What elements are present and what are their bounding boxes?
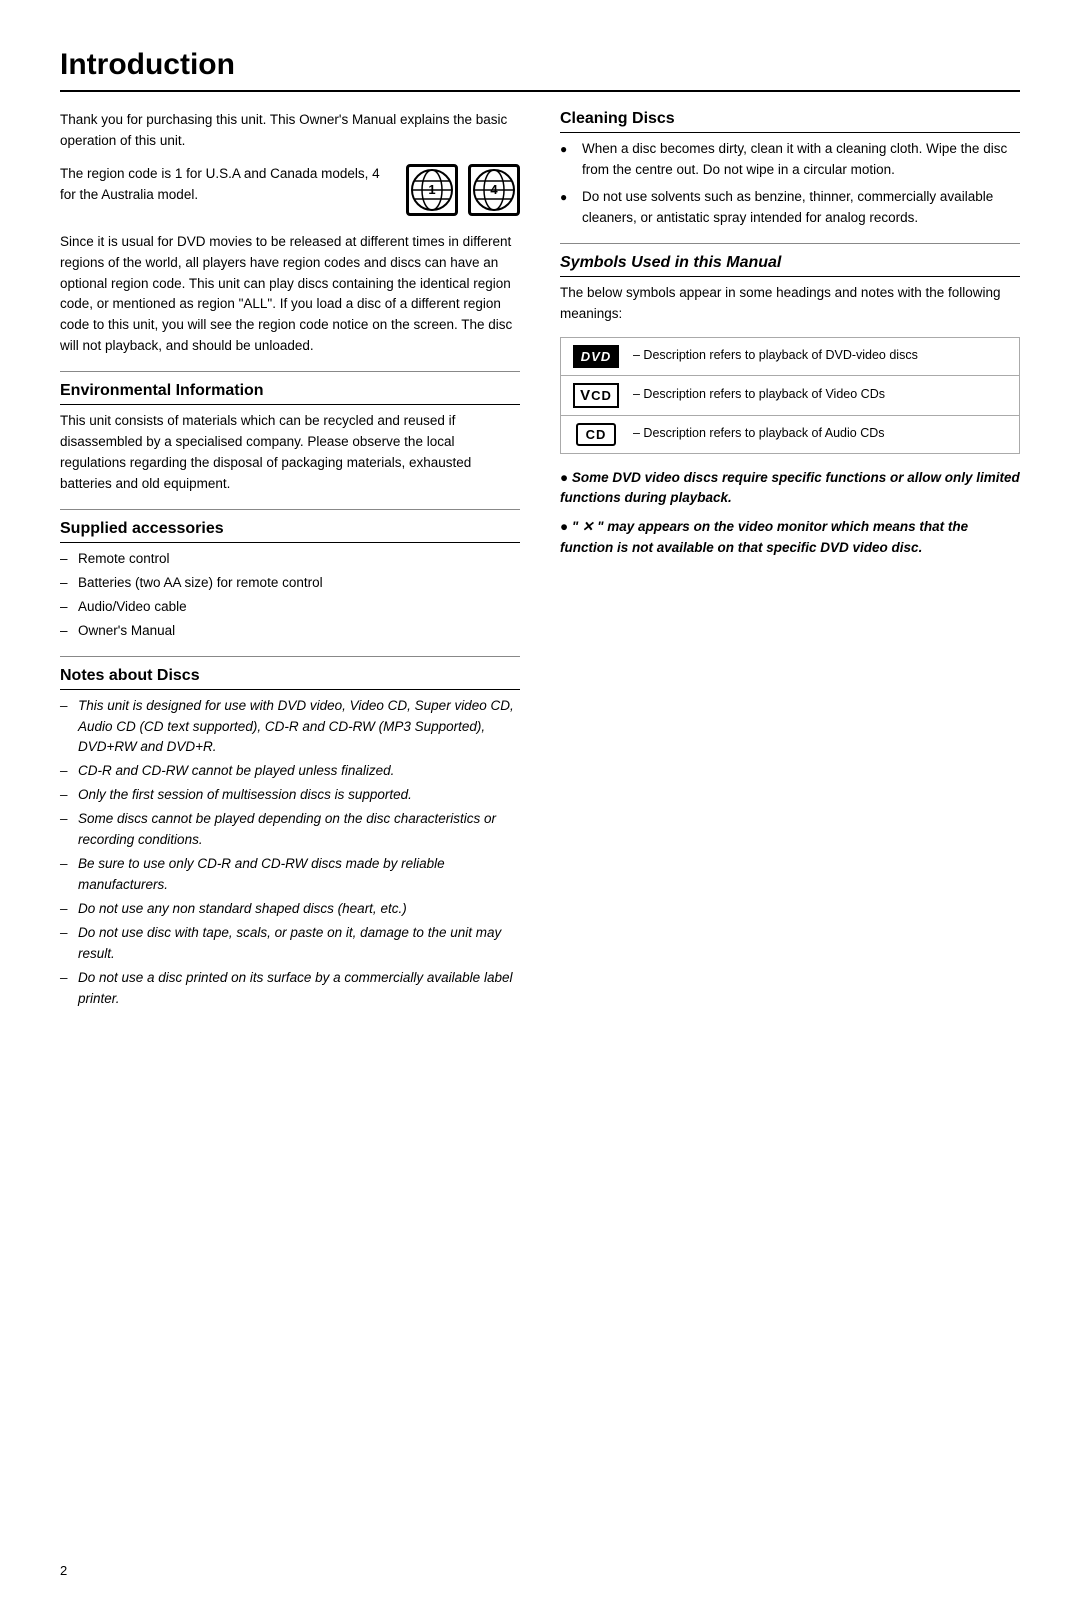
list-item: CD-R and CD-RW cannot be played unless f… xyxy=(60,761,520,782)
title-divider xyxy=(60,90,1020,92)
dvd-desc: – Description refers to playback of DVD-… xyxy=(633,347,918,365)
supplied-list: Remote control Batteries (two AA size) f… xyxy=(60,549,520,642)
list-item: Some discs cannot be played depending on… xyxy=(60,809,520,851)
bullet-marker: ● xyxy=(560,470,572,485)
list-item: Owner's Manual xyxy=(60,621,520,642)
list-item: Do not use disc with tape, scals, or pas… xyxy=(60,923,520,965)
symbols-heading: Symbols Used in this Manual xyxy=(560,254,1020,277)
notes-discs-list: This unit is designed for use with DVD v… xyxy=(60,696,520,1010)
intro-para2: Since it is usual for DVD movies to be r… xyxy=(60,232,520,358)
section-divider-3 xyxy=(60,656,520,657)
dvd-badge-text: DVD xyxy=(573,345,619,368)
vcd-badge: VCD xyxy=(571,383,621,408)
cleaning-list: When a disc becomes dirty, clean it with… xyxy=(560,139,1020,229)
vcd-badge-text: VCD xyxy=(573,383,619,408)
svg-text:1: 1 xyxy=(428,182,435,197)
region-icon-1: 1 xyxy=(406,164,458,216)
region-icons: 1 4 xyxy=(406,164,520,216)
list-item: Audio/Video cable xyxy=(60,597,520,618)
main-content: Thank you for purchasing this unit. This… xyxy=(60,110,1020,1022)
list-item: Be sure to use only CD-R and CD-RW discs… xyxy=(60,854,520,896)
cleaning-heading: Cleaning Discs xyxy=(560,110,1020,133)
list-item: Do not use any non standard shaped discs… xyxy=(60,899,520,920)
cleaning-section: Cleaning Discs When a disc becomes dirty… xyxy=(560,110,1020,229)
list-item: When a disc becomes dirty, clean it with… xyxy=(560,139,1020,181)
supplied-heading: Supplied accessories xyxy=(60,520,520,543)
cd-badge: CD xyxy=(571,423,621,446)
symbols-intro: The below symbols appear in some heading… xyxy=(560,283,1020,325)
region-row: The region code is 1 for U.S.A and Canad… xyxy=(60,164,520,218)
bullet-marker-2: ● xyxy=(560,519,572,534)
left-column: Thank you for purchasing this unit. This… xyxy=(60,110,520,1022)
notes-discs-section: Notes about Discs This unit is designed … xyxy=(60,667,520,1010)
cd-desc: – Description refers to playback of Audi… xyxy=(633,425,885,443)
symbols-section: Symbols Used in this Manual The below sy… xyxy=(560,254,1020,454)
bold-note-2: ● " ✕ " may appears on the video monitor… xyxy=(560,517,1020,559)
symbol-row-vcd: VCD – Description refers to playback of … xyxy=(561,376,1019,416)
list-item: Do not use solvents such as benzine, thi… xyxy=(560,187,1020,229)
cd-badge-text: CD xyxy=(576,423,617,446)
bold-note-1: ● Some DVD video discs require specific … xyxy=(560,468,1020,510)
environmental-text: This unit consists of materials which ca… xyxy=(60,411,520,495)
list-item: Remote control xyxy=(60,549,520,570)
symbol-row-cd: CD – Description refers to playback of A… xyxy=(561,416,1019,453)
environmental-heading: Environmental Information xyxy=(60,382,520,405)
vcd-desc: – Description refers to playback of Vide… xyxy=(633,386,885,404)
right-column: Cleaning Discs When a disc becomes dirty… xyxy=(560,110,1020,1022)
page-title: Introduction xyxy=(60,48,1020,82)
environmental-section: Environmental Information This unit cons… xyxy=(60,382,520,495)
section-divider-4 xyxy=(560,243,1020,244)
list-item: This unit is designed for use with DVD v… xyxy=(60,696,520,759)
bold-italic-notes: ● Some DVD video discs require specific … xyxy=(560,468,1020,560)
dvd-badge: DVD xyxy=(571,345,621,368)
section-divider-1 xyxy=(60,371,520,372)
supplied-section: Supplied accessories Remote control Batt… xyxy=(60,520,520,642)
page-number: 2 xyxy=(60,1563,67,1578)
region-text: The region code is 1 for U.S.A and Canad… xyxy=(60,164,390,206)
list-item: Only the first session of multisession d… xyxy=(60,785,520,806)
list-item: Do not use a disc printed on its surface… xyxy=(60,968,520,1010)
section-divider-2 xyxy=(60,509,520,510)
symbol-table: DVD – Description refers to playback of … xyxy=(560,337,1020,454)
region-icon-4: 4 xyxy=(468,164,520,216)
symbol-row-dvd: DVD – Description refers to playback of … xyxy=(561,338,1019,376)
notes-discs-heading: Notes about Discs xyxy=(60,667,520,690)
list-item: Batteries (two AA size) for remote contr… xyxy=(60,573,520,594)
svg-text:4: 4 xyxy=(490,182,498,197)
intro-para1: Thank you for purchasing this unit. This… xyxy=(60,110,520,152)
